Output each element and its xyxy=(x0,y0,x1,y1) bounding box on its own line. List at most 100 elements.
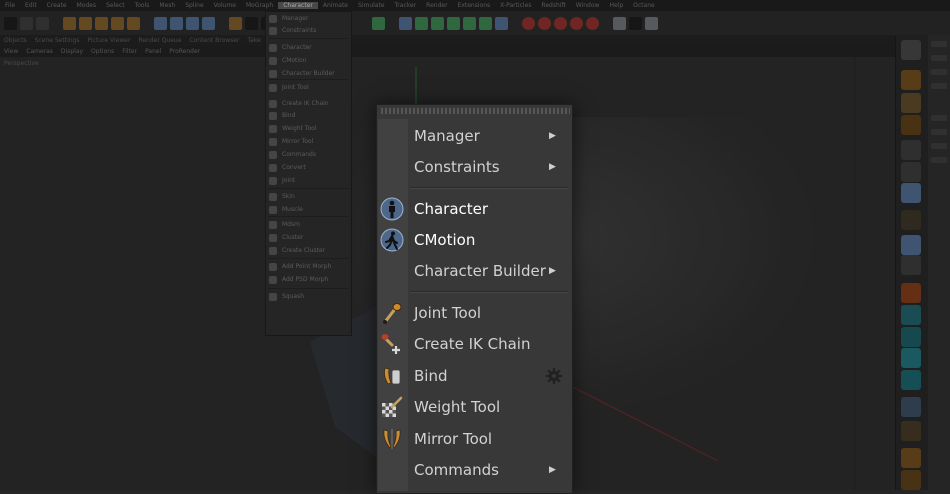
menubar-item-file[interactable]: File xyxy=(0,2,20,9)
cube-icon[interactable] xyxy=(372,16,385,30)
menu-item-weight-tool[interactable]: Weight Tool xyxy=(377,392,572,422)
menubar-item-x-particles[interactable]: X-Particles xyxy=(495,2,536,9)
menubar-item-tracker[interactable]: Tracker xyxy=(390,2,422,9)
texture-mode-icon[interactable] xyxy=(901,93,921,113)
menu-item-mirror-tool[interactable]: Mirror Tool xyxy=(377,424,572,454)
menu-item-manager[interactable]: Manager ▶ xyxy=(377,121,572,151)
nurbs-icon[interactable] xyxy=(463,16,476,30)
menu-item-constraints[interactable]: Constraints ▶ xyxy=(377,152,572,182)
select-icon[interactable] xyxy=(36,16,49,30)
recent-tool-icon[interactable] xyxy=(127,16,140,30)
bg-menu-item-mdsm[interactable]: Mdsm xyxy=(282,221,300,228)
bg-menu-item-create-cluster[interactable]: Create Cluster xyxy=(282,247,325,254)
manager-tab-render-queue[interactable]: Render Queue xyxy=(134,37,185,44)
menubar-item-window[interactable]: Window xyxy=(571,2,605,9)
uv-icon[interactable] xyxy=(901,470,921,490)
menubar-item-redshift[interactable]: Redshift xyxy=(536,2,570,9)
manager-tab-scene-settings[interactable]: Scene Settings xyxy=(31,37,84,44)
model-mode-icon[interactable] xyxy=(901,70,921,90)
viewport-menu-cameras[interactable]: Cameras xyxy=(22,48,57,55)
menubar-item-mograph[interactable]: MoGraph xyxy=(241,2,278,9)
tweak-mode-icon[interactable] xyxy=(901,235,921,255)
light-icon[interactable] xyxy=(629,16,642,30)
live-select-icon[interactable] xyxy=(63,16,76,30)
bg-menu-item-create-ik-chain[interactable]: Create IK Chain xyxy=(282,100,329,107)
field-icon[interactable] xyxy=(495,16,508,30)
sculpt-icon[interactable] xyxy=(901,448,921,468)
menubar-item-create[interactable]: Create xyxy=(42,2,72,9)
menu-item-bind[interactable]: Bind xyxy=(377,361,572,391)
deformer-icon[interactable] xyxy=(415,16,428,30)
manager-tab-objects[interactable]: Objects xyxy=(0,37,31,44)
move-icon[interactable] xyxy=(79,16,92,30)
menu-item-character-builder[interactable]: Character Builder ▶ xyxy=(377,256,572,286)
rs-render-icon[interactable] xyxy=(570,16,583,30)
bg-menu-item-cmotion[interactable]: CMotion xyxy=(282,57,307,64)
bg-menu-item-joint[interactable]: Joint xyxy=(282,177,295,184)
bg-menu-item-commands[interactable]: Commands xyxy=(282,151,316,158)
bg-menu-item-constraints[interactable]: Constraints xyxy=(282,27,316,34)
menu-item-commands[interactable]: Commands ▶ xyxy=(377,455,572,485)
bg-menu-item-joint-tool[interactable]: Joint Tool xyxy=(282,84,309,91)
axis-mode-icon[interactable] xyxy=(901,210,921,230)
menubar-item-tools[interactable]: Tools xyxy=(130,2,155,9)
rs-ipr-icon[interactable] xyxy=(586,16,599,30)
points-mode-icon[interactable] xyxy=(901,140,921,160)
rs-sky-icon[interactable] xyxy=(554,16,567,30)
palette-edit-icon[interactable] xyxy=(901,40,921,60)
bg-menu-item-convert[interactable]: Convert xyxy=(282,164,306,171)
rs-material-icon[interactable] xyxy=(538,16,551,30)
menubar-item-spline[interactable]: Spline xyxy=(180,2,208,9)
camera-icon[interactable] xyxy=(645,16,658,30)
menubar-item-select[interactable]: Select xyxy=(101,2,130,9)
menubar-item-extensions[interactable]: Extensions xyxy=(453,2,496,9)
bg-menu-item-bind[interactable]: Bind xyxy=(282,112,295,119)
menu-item-joint-tool[interactable]: Joint Tool xyxy=(377,298,572,328)
viewport-menu-view[interactable]: View xyxy=(0,48,22,55)
menubar-item-character[interactable]: Character xyxy=(278,2,318,9)
bg-menu-item-muscle[interactable]: Muscle xyxy=(282,206,303,213)
manager-tab-picture-viewer[interactable]: Picture Viewer xyxy=(83,37,134,44)
bg-menu-item-skin[interactable]: Skin xyxy=(282,193,295,200)
menubar-item-help[interactable]: Help xyxy=(604,2,628,9)
solo-icon[interactable] xyxy=(901,255,921,275)
bg-menu-item-add-psd-morph[interactable]: Add PSD Morph xyxy=(282,276,328,283)
bg-menu-item-cluster[interactable]: Cluster xyxy=(282,234,303,241)
scale-icon[interactable] xyxy=(95,16,108,30)
x-axis-icon[interactable] xyxy=(154,16,167,30)
menubar-item-volume[interactable]: Volume xyxy=(209,2,241,9)
gear-icon[interactable] xyxy=(545,367,563,385)
menubar-item-modes[interactable]: Modes xyxy=(72,2,101,9)
guides-icon[interactable] xyxy=(901,348,921,368)
menubar-item-simulate[interactable]: Simulate xyxy=(353,2,390,9)
floor-icon[interactable] xyxy=(613,16,626,30)
viewport-menu-panel[interactable]: Panel xyxy=(141,48,165,55)
menubar-item-mesh[interactable]: Mesh xyxy=(154,2,180,9)
z-axis-icon[interactable] xyxy=(186,16,199,30)
workplane-icon[interactable] xyxy=(901,115,921,135)
viewport-menu-prorender[interactable]: ProRender xyxy=(165,48,204,55)
y-axis-icon[interactable] xyxy=(170,16,183,30)
spline-icon[interactable] xyxy=(447,16,460,30)
bg-menu-item-mirror-tool[interactable]: Mirror Tool xyxy=(282,138,313,145)
render-region-icon[interactable] xyxy=(229,16,242,30)
null-icon[interactable] xyxy=(399,16,412,30)
tear-off-grip[interactable] xyxy=(381,108,570,114)
viewport-menu-options[interactable]: Options xyxy=(87,48,118,55)
bg-menu-item-squash[interactable]: Squash xyxy=(282,293,304,300)
polygons-mode-icon[interactable] xyxy=(901,183,921,203)
bg-menu-item-weight-tool[interactable]: Weight Tool xyxy=(282,125,316,132)
snap-settings-icon[interactable] xyxy=(901,305,921,325)
quantize-icon[interactable] xyxy=(901,370,921,390)
menu-item-create-ik-chain[interactable]: Create IK Chain xyxy=(377,329,572,359)
menubar-item-animate[interactable]: Animate xyxy=(318,2,353,9)
bg-menu-item-character-builder[interactable]: Character Builder xyxy=(282,70,335,77)
coordinate-system-icon[interactable] xyxy=(202,16,215,30)
paint-icon[interactable] xyxy=(901,421,921,441)
bg-menu-item-character[interactable]: Character xyxy=(282,44,312,51)
redo-icon[interactable] xyxy=(20,16,33,30)
clapper-icon[interactable] xyxy=(245,16,258,30)
rs-light-icon[interactable] xyxy=(522,16,535,30)
lock-icon[interactable] xyxy=(901,397,921,417)
manager-tab-content-browser[interactable]: Content Browser xyxy=(185,37,243,44)
